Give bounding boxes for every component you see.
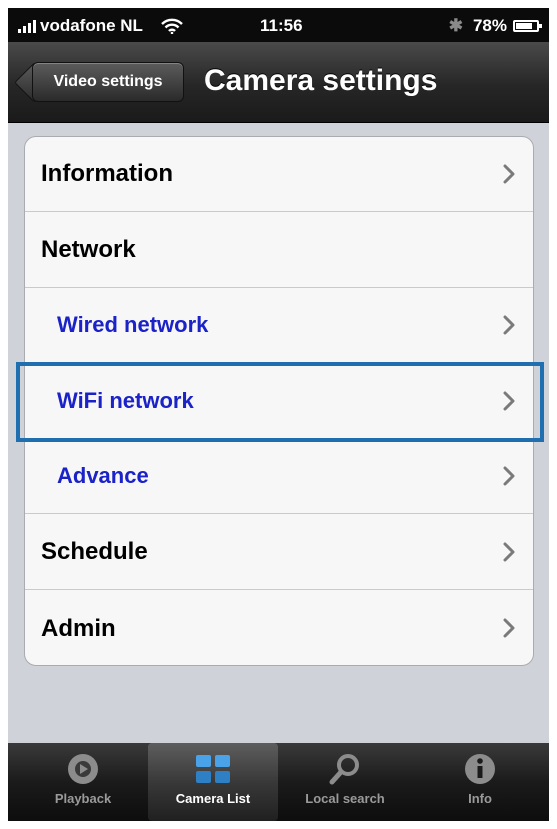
info-icon: [460, 751, 500, 787]
status-time: 11:56: [260, 16, 303, 35]
list-item-label: Admin: [41, 614, 116, 642]
battery-icon: [513, 20, 542, 32]
tab-info[interactable]: Info: [415, 743, 545, 821]
search-icon: [325, 751, 365, 787]
chevron-right-icon: [503, 391, 515, 411]
navigation-bar: Video settings Camera settings: [8, 42, 549, 123]
back-button-label: Video settings: [53, 73, 163, 90]
back-button[interactable]: Video settings: [32, 62, 184, 102]
list-item-label: Wired network: [57, 312, 209, 337]
tab-playback[interactable]: Playback: [18, 743, 148, 821]
tab-camera-list[interactable]: Camera List: [148, 743, 278, 821]
tab-label: Camera List: [175, 791, 251, 806]
list-item-information[interactable]: Information: [25, 137, 533, 212]
list-item-label: Network: [41, 236, 136, 263]
wifi-icon: [161, 18, 183, 34]
tab-label: Info: [468, 791, 492, 806]
tab-local-search[interactable]: Local search: [280, 743, 410, 821]
chevron-right-icon: [503, 542, 515, 562]
settings-list: Information Network Wired network WiFi netw…: [24, 136, 534, 666]
status-right: ✱ 78%: [448, 16, 542, 36]
page-title: Camera settings: [204, 64, 438, 97]
list-item-network: Network: [25, 213, 533, 288]
bluetooth-icon: ✱: [448, 16, 463, 35]
tab-bar: Playback Camera List Local search Info: [8, 743, 549, 821]
list-item-label: Information: [41, 160, 173, 187]
phone-screen: vodafone NL 11:56 ✱ 78% Video settings C…: [8, 8, 549, 821]
battery-fill: [516, 23, 532, 29]
battery-percent: 78%: [472, 16, 507, 35]
carrier-name: vodafone NL: [40, 16, 143, 35]
playback-icon: [63, 751, 103, 787]
status-bar: vodafone NL 11:56 ✱ 78%: [8, 8, 549, 42]
chevron-right-icon: [503, 466, 515, 486]
list-item-wired-network[interactable]: Wired network: [25, 288, 533, 363]
list-item-advance[interactable]: Advance: [25, 439, 533, 514]
list-item-admin[interactable]: Admin: [25, 591, 533, 665]
chevron-right-icon: [503, 618, 515, 638]
list-item-label: Advance: [57, 463, 149, 488]
list-item-label: Schedule: [41, 538, 148, 565]
camera-list-icon: [193, 751, 233, 787]
list-item-label: WiFi network: [57, 388, 194, 413]
chevron-right-icon: [503, 164, 515, 184]
chevron-right-icon: [503, 315, 515, 335]
tab-label: Local search: [305, 791, 385, 806]
status-left: vodafone NL: [18, 16, 183, 36]
list-item-wifi-network[interactable]: WiFi network: [25, 364, 533, 439]
signal-icon: [18, 19, 36, 33]
list-item-schedule[interactable]: Schedule: [25, 515, 533, 590]
tab-label: Playback: [54, 791, 112, 806]
